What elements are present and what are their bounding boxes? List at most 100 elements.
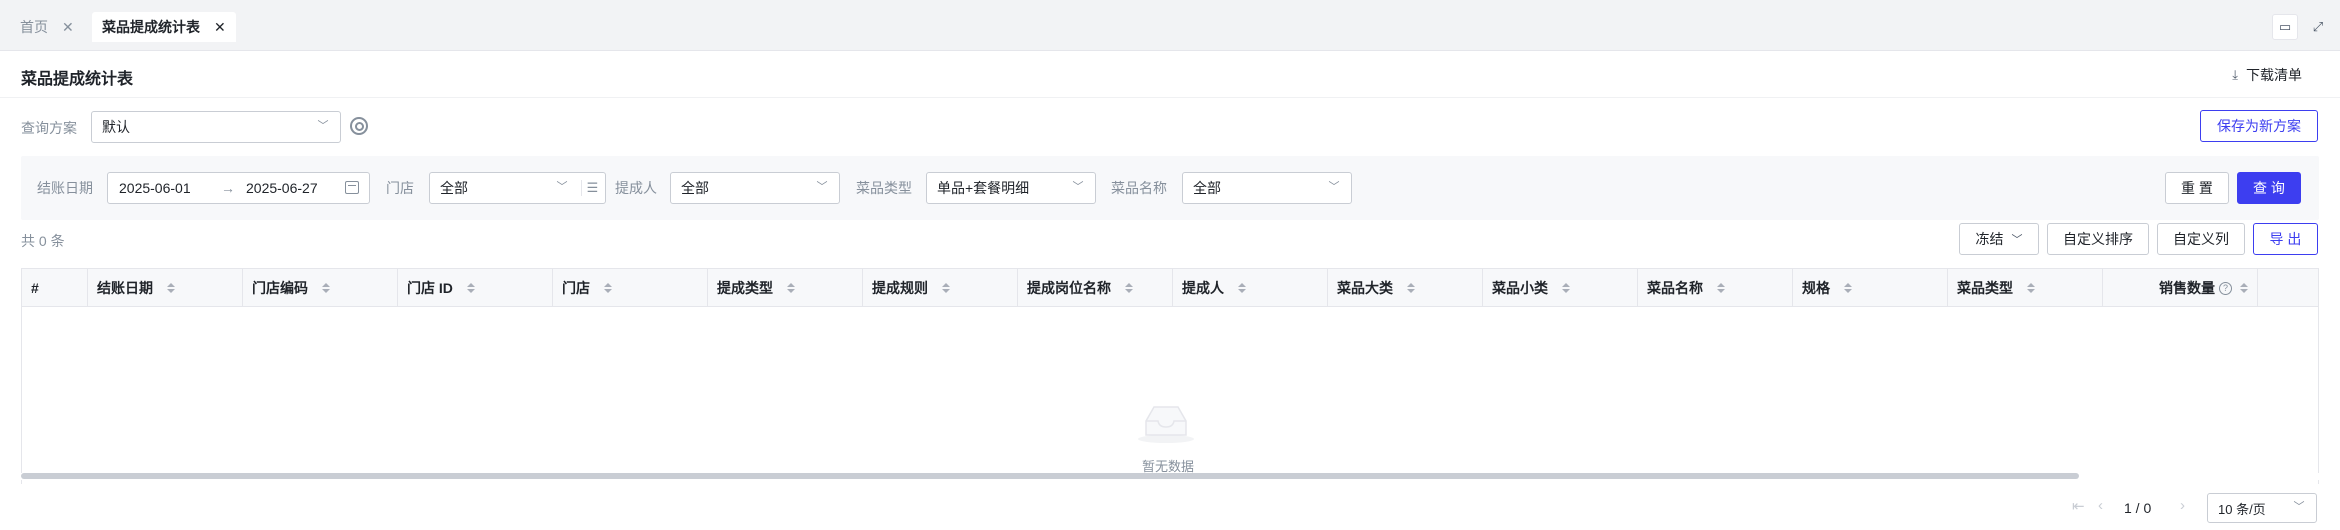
- column-title: #: [31, 280, 39, 296]
- column-header[interactable]: 提成类型: [708, 269, 863, 307]
- column-title: 菜品小类: [1492, 280, 1548, 296]
- scheme-value: 默认: [102, 119, 130, 135]
- prev-page-icon[interactable]: ‹: [2098, 497, 2103, 514]
- custom-sort-button[interactable]: 自定义排序: [2047, 223, 2149, 255]
- dish-name-select[interactable]: 全部 ﹀: [1182, 172, 1352, 204]
- column-header[interactable]: 门店编码: [243, 269, 398, 307]
- chevron-down-icon: ﹀: [2011, 234, 2023, 246]
- dish-name-label: 菜品名称: [1111, 180, 1167, 196]
- column-header[interactable]: 结账日期: [88, 269, 243, 307]
- column-title: 门店编码: [252, 280, 308, 296]
- dish-type-value: 单品+套餐明细: [937, 180, 1030, 196]
- column-title: 销售数量: [2159, 280, 2215, 296]
- settings-icon[interactable]: [350, 117, 368, 135]
- column-header[interactable]: 提成人: [1173, 269, 1328, 307]
- reset-button[interactable]: 重 置: [2165, 172, 2229, 204]
- tab-dish-commission[interactable]: 菜品提成统计表 ✕: [92, 12, 236, 42]
- column-title: 提成规则: [872, 280, 928, 296]
- next-page-icon[interactable]: ›: [2180, 497, 2185, 514]
- column-header-overflow: [2258, 269, 2318, 307]
- download-list-button[interactable]: ⤓ 下载清单: [2232, 65, 2302, 85]
- person-value: 全部: [681, 180, 709, 196]
- sort-icon[interactable]: [1844, 283, 1852, 293]
- dish-type-label: 菜品类型: [856, 180, 912, 196]
- date-separator: →: [221, 180, 235, 196]
- page-title: 菜品提成统计表: [21, 71, 134, 88]
- export-button[interactable]: 导 出: [2253, 223, 2318, 255]
- save-scheme-button[interactable]: 保存为新方案: [2200, 110, 2318, 142]
- column-header-index: #: [22, 269, 88, 307]
- print-icon[interactable]: ▭: [2272, 14, 2298, 40]
- dish-type-select[interactable]: 单品+套餐明细 ﹀: [926, 172, 1096, 204]
- title-row: 菜品提成统计表 ⤓ 下载清单: [0, 51, 2340, 98]
- download-label: 下载清单: [2246, 67, 2302, 83]
- column-title: 门店 ID: [407, 280, 453, 296]
- page-size-value: 10 条/页: [2218, 501, 2266, 517]
- date-range-picker[interactable]: 2025-06-01 → 2025-06-27: [107, 172, 370, 204]
- column-title: 提成类型: [717, 280, 773, 296]
- freeze-button[interactable]: 冻结 ﹀: [1959, 223, 2039, 255]
- horizontal-scrollbar-thumb[interactable]: [21, 473, 2079, 479]
- custom-columns-button[interactable]: 自定义列: [2157, 223, 2245, 255]
- total-count: 共 0 条: [21, 233, 65, 249]
- date-end: 2025-06-27: [246, 180, 318, 196]
- date-start: 2025-06-01: [119, 180, 191, 196]
- close-icon[interactable]: ✕: [214, 19, 226, 36]
- sort-icon[interactable]: [1125, 283, 1133, 293]
- column-header[interactable]: 菜品小类: [1483, 269, 1638, 307]
- person-select[interactable]: 全部 ﹀: [670, 172, 840, 204]
- sort-icon[interactable]: [2240, 283, 2248, 293]
- column-title: 菜品名称: [1647, 280, 1703, 296]
- help-icon[interactable]: ?: [2219, 281, 2232, 295]
- query-button[interactable]: 查 询: [2237, 172, 2301, 204]
- calendar-icon: [345, 181, 359, 194]
- column-header[interactable]: 菜品名称: [1638, 269, 1793, 307]
- column-header[interactable]: 提成岗位名称: [1018, 269, 1173, 307]
- first-page-icon[interactable]: ⇤: [2072, 497, 2085, 515]
- column-title: 菜品类型: [1957, 280, 2013, 296]
- column-header[interactable]: 提成规则: [863, 269, 1018, 307]
- filter-band: 结账日期 2025-06-01 → 2025-06-27 门店 全部 ﹀ ☰ 提…: [21, 156, 2319, 220]
- sort-icon[interactable]: [942, 283, 950, 293]
- chevron-down-icon: ﹀: [816, 181, 828, 193]
- fullscreen-icon[interactable]: ⤢: [2305, 14, 2331, 40]
- sort-icon[interactable]: [787, 283, 795, 293]
- chevron-down-icon: ﹀: [2293, 501, 2305, 513]
- person-label: 提成人: [615, 180, 657, 196]
- column-title: 规格: [1802, 280, 1830, 296]
- filter-settings-icon[interactable]: ☰: [581, 180, 598, 196]
- column-header[interactable]: 规格: [1793, 269, 1948, 307]
- page-size-select[interactable]: 10 条/页 ﹀: [2207, 493, 2317, 523]
- sort-icon[interactable]: [466, 283, 475, 293]
- page-indicator: 1 / 0: [2124, 500, 2152, 516]
- sort-icon[interactable]: [167, 283, 175, 293]
- sort-icon[interactable]: [1717, 283, 1725, 293]
- sort-icon[interactable]: [2027, 283, 2035, 293]
- scheme-select[interactable]: 默认 ﹀: [91, 111, 341, 143]
- column-title: 提成人: [1182, 280, 1224, 296]
- tab-label: 首页: [20, 19, 48, 35]
- column-title: 提成岗位名称: [1027, 280, 1111, 296]
- tab-home[interactable]: 首页 ✕: [10, 12, 84, 42]
- store-select[interactable]: 全部 ﹀ ☰: [429, 172, 606, 204]
- column-header[interactable]: 门店 ID: [398, 269, 553, 307]
- column-header[interactable]: 菜品大类: [1328, 269, 1483, 307]
- chevron-down-icon: ﹀: [1072, 181, 1084, 193]
- sort-icon[interactable]: [322, 283, 330, 293]
- column-header[interactable]: 菜品类型: [1948, 269, 2103, 307]
- column-header[interactable]: 门店: [553, 269, 708, 307]
- data-table: # 结账日期 门店编码 门店 ID 门店 提成类型 提成规则 提成岗位名称 提成…: [21, 268, 2319, 484]
- column-header[interactable]: 销售数量 ?: [2103, 269, 2258, 307]
- chevron-down-icon: ﹀: [556, 181, 568, 193]
- close-icon[interactable]: ✕: [62, 19, 74, 36]
- sort-icon[interactable]: [604, 283, 612, 293]
- sort-icon[interactable]: [1562, 283, 1570, 293]
- column-title: 门店: [562, 280, 590, 296]
- store-label: 门店: [386, 180, 414, 196]
- sort-icon[interactable]: [1238, 283, 1246, 293]
- freeze-label: 冻结: [1975, 231, 2004, 247]
- empty-inbox-icon: [1138, 406, 1194, 443]
- main-panel: 菜品提成统计表 ⤓ 下载清单 查询方案 默认 ﹀ 保存为新方案 结账日期 202…: [0, 51, 2340, 530]
- sort-icon[interactable]: [1407, 283, 1415, 293]
- chevron-down-icon: ﹀: [317, 120, 329, 132]
